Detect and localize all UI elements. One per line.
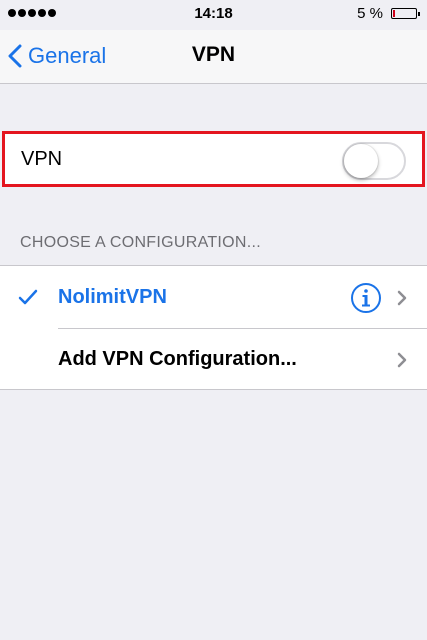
navigation-bar: General VPN (0, 30, 427, 84)
checkmark-icon (18, 289, 38, 305)
configuration-list: NolimitVPN Add VPN Configuration... (0, 265, 427, 390)
toggle-knob (344, 144, 378, 178)
battery-percentage: 5 % (357, 5, 383, 22)
vpn-toggle-row: VPN (2, 131, 425, 187)
vpn-toggle-switch[interactable] (342, 142, 406, 180)
section-header: CHOOSE A CONFIGURATION... (20, 234, 262, 251)
info-icon[interactable] (350, 282, 382, 314)
add-vpn-configuration-label: Add VPN Configuration... (58, 348, 297, 370)
status-bar: 14:18 5 % (0, 0, 427, 30)
battery-icon (391, 8, 420, 19)
page-title: VPN (191, 43, 236, 66)
add-vpn-configuration-button[interactable]: Add VPN Configuration... (0, 328, 427, 390)
list-item-nolimitvpn[interactable]: NolimitVPN (0, 266, 427, 328)
chevron-right-icon (397, 290, 407, 306)
configuration-name: NolimitVPN (58, 286, 167, 308)
chevron-right-icon (397, 352, 407, 368)
vpn-toggle-label: VPN (21, 148, 63, 170)
